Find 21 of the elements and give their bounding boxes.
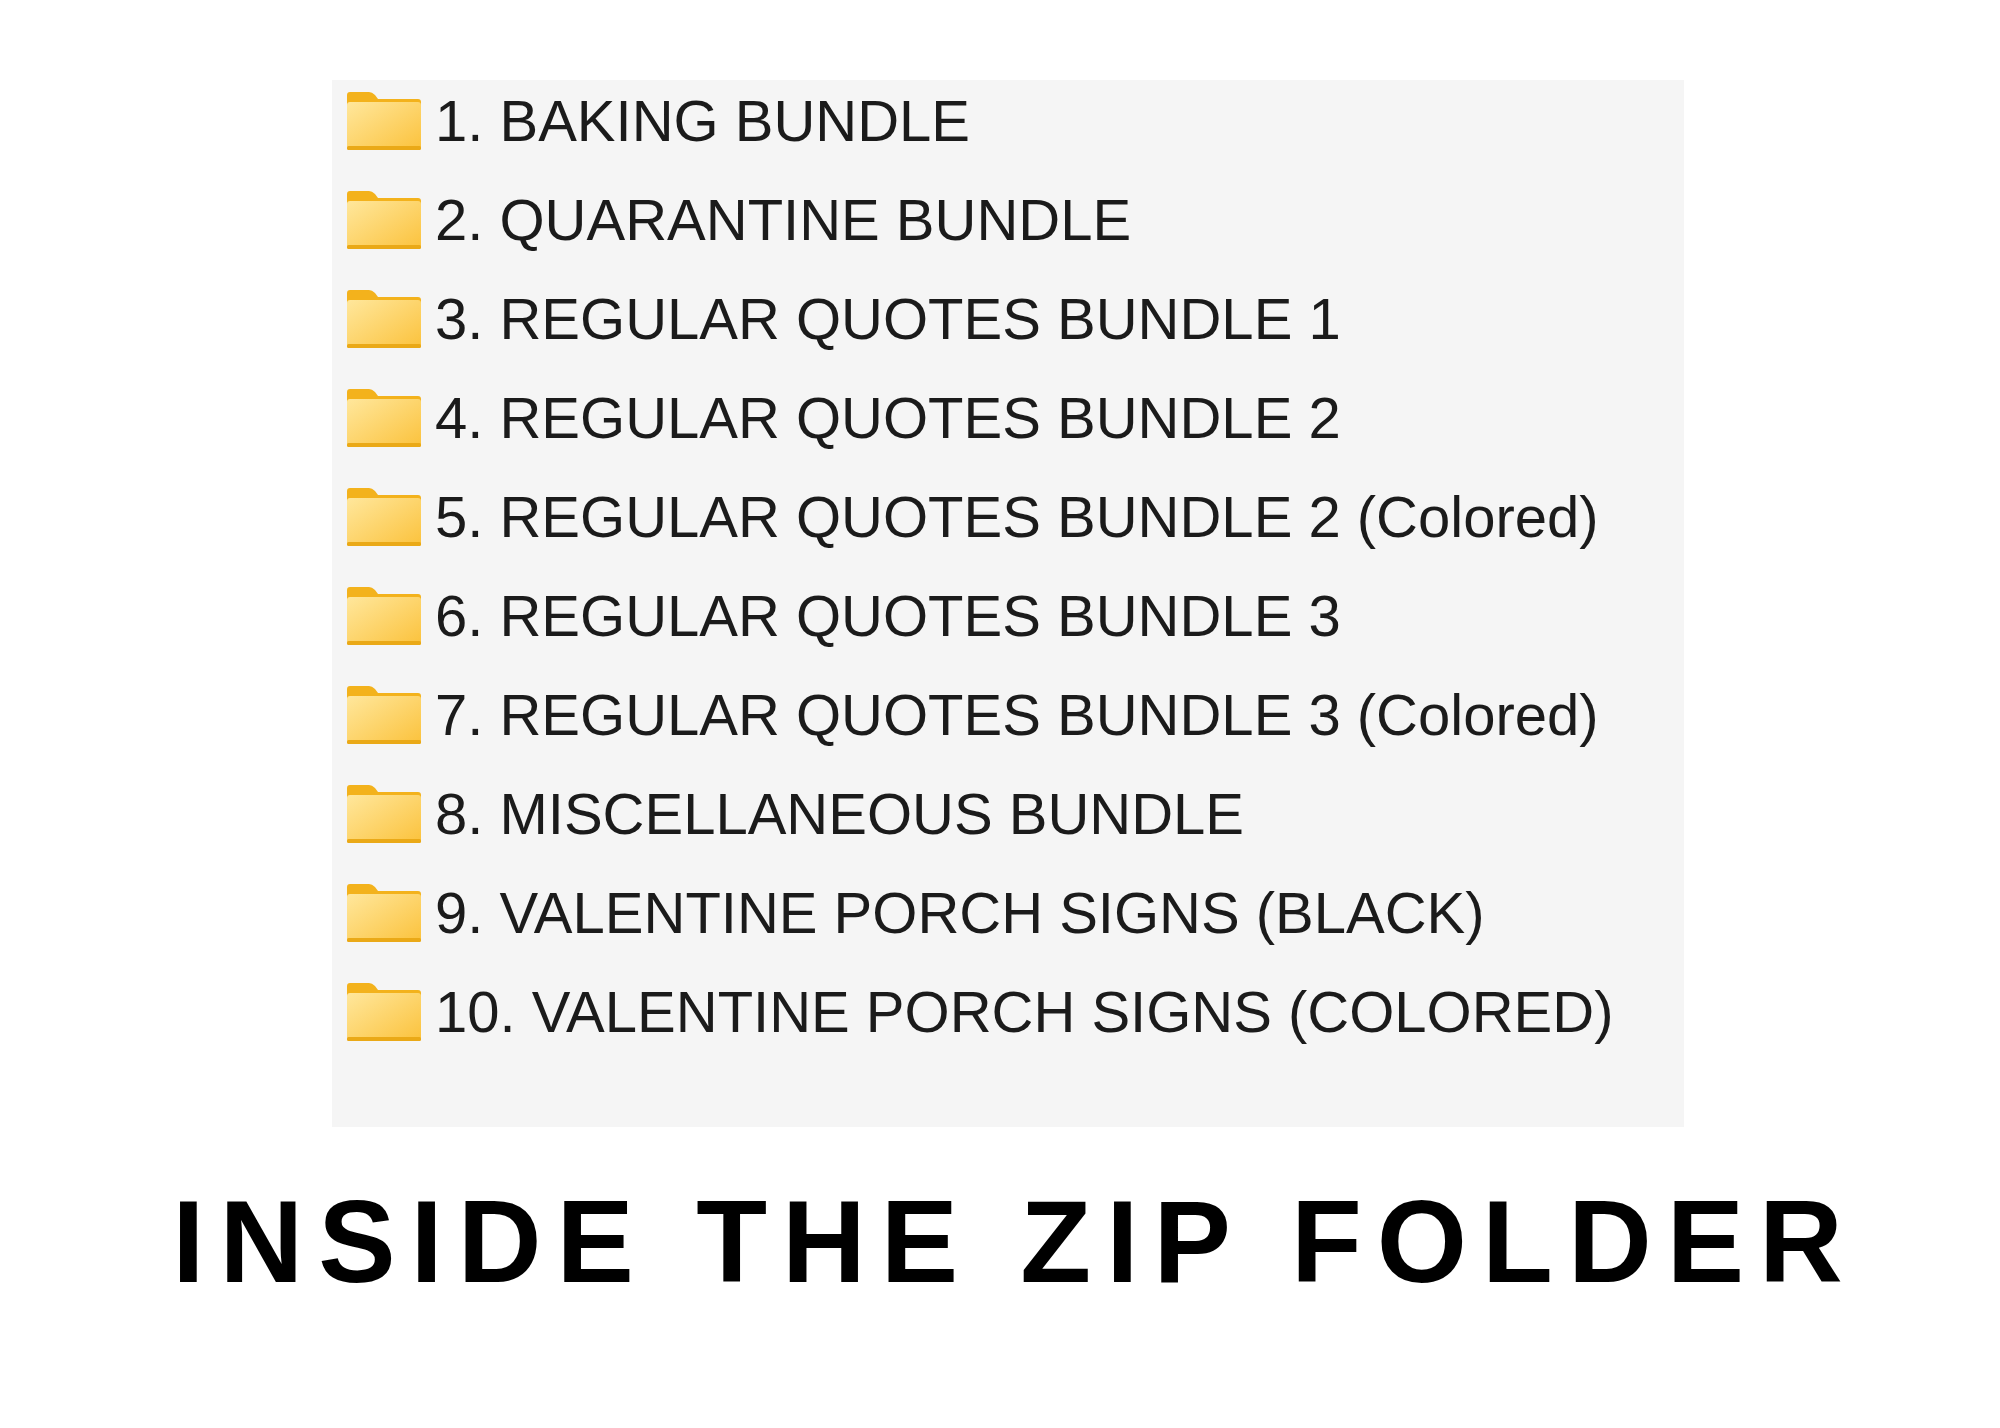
folder-icon	[347, 587, 421, 645]
folder-icon	[347, 488, 421, 546]
folder-name[interactable]: 8. MISCELLANEOUS BUNDLE	[435, 782, 1245, 846]
folder-icon	[347, 290, 421, 348]
folder-icon	[347, 191, 421, 249]
folder-icon	[347, 389, 421, 447]
folder-name[interactable]: 7. REGULAR QUOTES BUNDLE 3 (Colored)	[435, 683, 1599, 747]
folder-name[interactable]: 4. REGULAR QUOTES BUNDLE 2	[435, 386, 1341, 450]
folder-icon	[347, 983, 421, 1041]
folder-name[interactable]: 1. BAKING BUNDLE	[435, 89, 971, 153]
folder-name[interactable]: 9. VALENTINE PORCH SIGNS (BLACK)	[435, 881, 1485, 945]
folder-name[interactable]: 2. QUARANTINE BUNDLE	[435, 188, 1132, 252]
folder-icon	[347, 785, 421, 843]
folder-name[interactable]: 5. REGULAR QUOTES BUNDLE 2 (Colored)	[435, 485, 1599, 549]
folder-icon	[347, 686, 421, 744]
folder-name[interactable]: 10. VALENTINE PORCH SIGNS (COLORED)	[435, 980, 1614, 1044]
folder-name[interactable]: 3. REGULAR QUOTES BUNDLE 1	[435, 287, 1341, 351]
caption-heading: INSIDE THE ZIP FOLDER	[172, 1179, 1858, 1307]
folder-name[interactable]: 6. REGULAR QUOTES BUNDLE 3	[435, 584, 1341, 648]
folder-icon	[347, 884, 421, 942]
folder-icon	[347, 92, 421, 150]
